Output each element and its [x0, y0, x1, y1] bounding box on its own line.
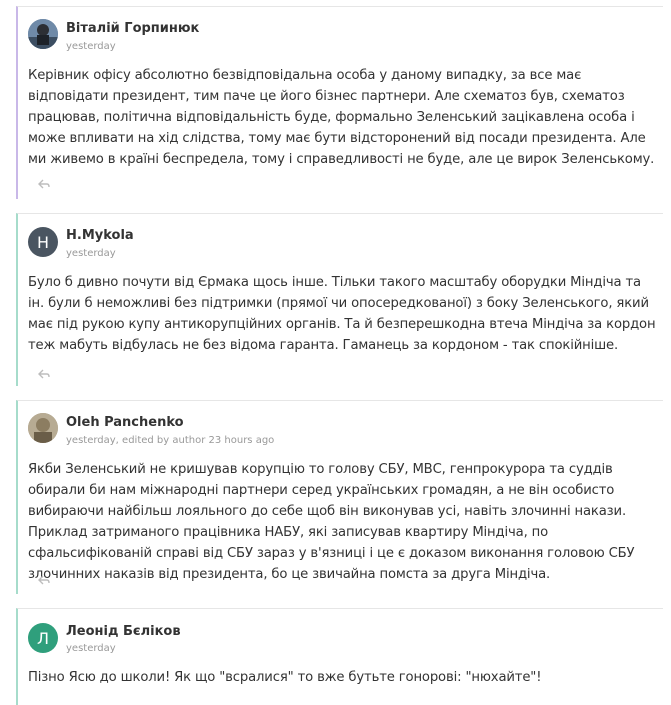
comment: Віталій Горпинюк yesterday Керівник офіс… — [16, 6, 663, 199]
reply-icon[interactable] — [38, 369, 50, 379]
comment-text: Керівник офісу абсолютно безвідповідальн… — [28, 68, 655, 167]
avatar[interactable] — [28, 19, 58, 49]
avatar[interactable]: Л — [28, 623, 58, 653]
avatar-photo — [28, 19, 58, 49]
comment: Oleh Panchenko yesterday, edited by auth… — [16, 400, 663, 594]
comment: Л Леонід Бєліков yesterday Пізно Ясю до … — [16, 608, 663, 705]
comment-timestamp[interactable]: yesterday, edited by author 23 hours ago — [66, 435, 274, 446]
comment-author[interactable]: Леонід Бєліков — [66, 624, 181, 639]
reply-icon[interactable] — [38, 575, 50, 585]
avatar[interactable]: H — [28, 227, 58, 257]
comment-text: Пізно Ясю до школи! Як що "всралися" то … — [28, 670, 542, 685]
comment-author[interactable]: Oleh Panchenko — [66, 415, 184, 430]
avatar-photo — [28, 413, 58, 443]
comment-timestamp[interactable]: yesterday — [66, 643, 116, 654]
comment-text: Якби Зеленський не кришував корупцію то … — [28, 462, 635, 582]
comment: H H.Mykola yesterday Було б дивно почути… — [16, 213, 663, 386]
comment-timestamp[interactable]: yesterday — [66, 248, 116, 259]
comment-text: Було б дивно почути від Єрмака щось інше… — [28, 275, 656, 353]
avatar[interactable] — [28, 413, 58, 443]
comment-author[interactable]: H.Mykola — [66, 228, 134, 243]
reply-icon[interactable] — [38, 179, 50, 189]
comment-author[interactable]: Віталій Горпинюк — [66, 21, 199, 36]
comment-timestamp[interactable]: yesterday — [66, 41, 116, 52]
